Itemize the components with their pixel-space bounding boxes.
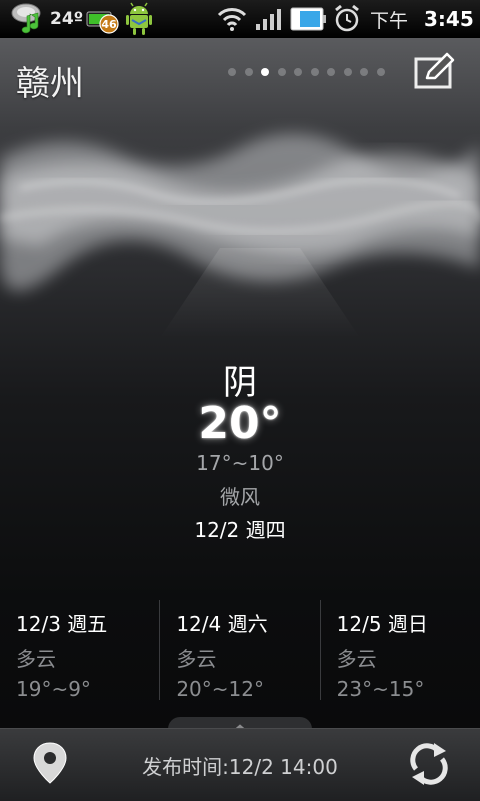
forecast-row: 12/3 週五 多云 19°~9° 12/4 週六 多云 20°~12° 12/… xyxy=(0,600,480,701)
page-indicator xyxy=(228,68,385,76)
signal-icon xyxy=(254,0,286,38)
forecast-date: 12/4 週六 xyxy=(176,612,268,636)
wifi-icon xyxy=(216,0,248,38)
page-dot xyxy=(277,68,286,76)
cloud-layer xyxy=(0,133,480,338)
forecast-range: 23°~15° xyxy=(336,677,425,701)
refresh-button[interactable] xyxy=(404,739,454,789)
weather-panel[interactable]: 赣州 阴 20° 17°~10° 微风 12/2 週四 12/3 週五 多云 1… xyxy=(0,38,480,728)
android-icon xyxy=(122,0,156,38)
page-dot xyxy=(261,68,269,76)
current-condition: 阴 xyxy=(223,363,257,403)
page-dot xyxy=(360,68,368,76)
page-dot xyxy=(376,68,385,76)
page-dot xyxy=(244,68,253,76)
forecast-date: 12/5 週日 xyxy=(336,612,428,636)
page-dot xyxy=(294,68,302,76)
current-temperature: 20° xyxy=(198,398,282,449)
forecast-range: 20°~12° xyxy=(176,677,264,701)
page-dot xyxy=(327,68,335,76)
forecast-condition: 多云 xyxy=(336,647,377,671)
forecast-date: 12/3 週五 xyxy=(16,612,108,636)
status-bar: 24º 46 下午 3:45 xyxy=(0,0,480,39)
current-date: 12/2 週四 xyxy=(194,518,286,542)
status-temperature: 24º xyxy=(50,9,84,29)
clock-period: 下午 xyxy=(370,9,409,32)
bottom-bar: 发布时间:12/2 14:00 xyxy=(0,728,480,801)
edit-button[interactable] xyxy=(413,52,457,92)
alarm-icon xyxy=(332,0,362,38)
temperature-range: 17°~10° xyxy=(196,451,284,475)
forecast-range: 19°~9° xyxy=(16,677,91,701)
wind-description: 微风 xyxy=(220,485,260,509)
refresh-icon xyxy=(410,743,448,785)
page-dot xyxy=(310,68,319,76)
forecast-day-2[interactable]: 12/4 週六 多云 20°~12° xyxy=(159,600,319,701)
page-dot xyxy=(228,68,236,76)
city-name[interactable]: 赣州 xyxy=(16,56,84,105)
phone-battery-icon xyxy=(290,0,328,38)
forecast-condition: 多云 xyxy=(16,647,56,671)
forecast-condition: 多云 xyxy=(176,647,217,671)
forecast-day-3[interactable]: 12/5 週日 多云 23°~15° xyxy=(319,600,480,701)
forecast-day-1[interactable]: 12/3 週五 多云 19°~9° xyxy=(0,600,159,701)
music-weather-icon xyxy=(8,0,48,38)
page-dot xyxy=(343,68,352,76)
clock: 3:45 xyxy=(424,7,474,31)
edit-icon xyxy=(414,52,455,89)
